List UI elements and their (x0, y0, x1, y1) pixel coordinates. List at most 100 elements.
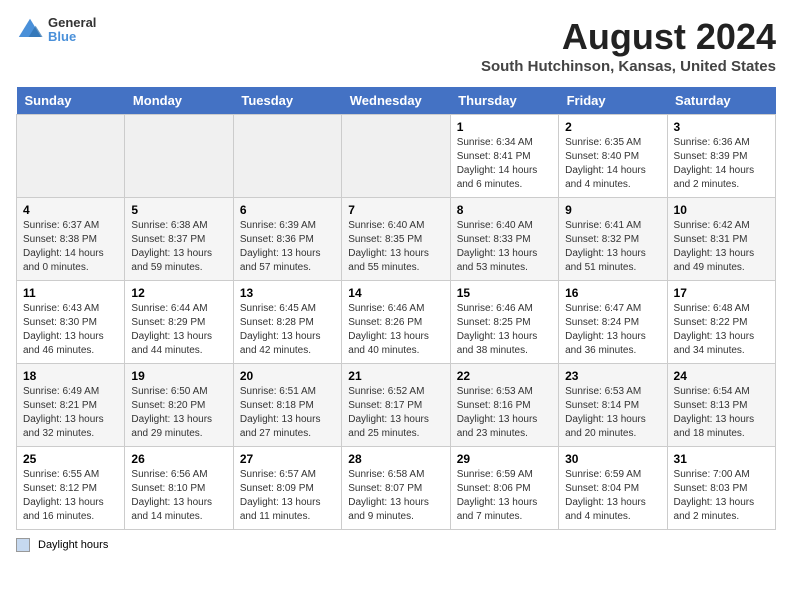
logo-icon (16, 16, 44, 44)
calendar-cell: 31Sunrise: 7:00 AM Sunset: 8:03 PM Dayli… (667, 447, 775, 530)
day-number: 18 (23, 369, 118, 383)
day-info: Sunrise: 6:56 AM Sunset: 8:10 PM Dayligh… (131, 468, 226, 524)
day-info: Sunrise: 6:53 AM Sunset: 8:14 PM Dayligh… (565, 385, 660, 441)
day-number: 14 (348, 286, 443, 300)
day-number: 27 (240, 452, 335, 466)
day-header: Saturday (667, 87, 775, 115)
calendar-cell: 19 Sunrise: 6:50 AM Sunset: 8:20 PM Dayli… (125, 364, 233, 447)
day-number: 31 (674, 452, 769, 466)
day-number: 2 (565, 120, 660, 134)
calendar-cell: 10Sunrise: 6:42 AM Sunset: 8:31 PM Dayli… (667, 198, 775, 281)
calendar-cell: 9Sunrise: 6:41 AM Sunset: 8:32 PM Daylig… (559, 198, 667, 281)
calendar-week: 1 Sunrise: 6:34 AM Sunset: 8:41 PM Daylig… (17, 115, 776, 198)
day-info: Sunrise: 6:46 AM Sunset: 8:26 PM Dayligh… (348, 302, 443, 358)
calendar-cell: 22 Sunrise: 6:53 AM Sunset: 8:16 PM Dayli… (450, 364, 558, 447)
calendar-week: 11 Sunrise: 6:43 AM Sunset: 8:30 PM Dayli… (17, 281, 776, 364)
day-info: Sunrise: 6:57 AM Sunset: 8:09 PM Dayligh… (240, 468, 335, 524)
calendar-cell (125, 115, 233, 198)
calendar-cell (233, 115, 341, 198)
day-info: Sunrise: 6:51 AM Sunset: 8:18 PM Dayligh… (240, 385, 335, 441)
day-header: Wednesday (342, 87, 450, 115)
day-info: Sunrise: 6:46 AM Sunset: 8:25 PM Dayligh… (457, 302, 552, 358)
calendar-cell: 12 Sunrise: 6:44 AM Sunset: 8:29 PM Dayli… (125, 281, 233, 364)
calendar-cell: 3Sunrise: 6:36 AM Sunset: 8:39 PM Daylig… (667, 115, 775, 198)
logo-text: General Blue (48, 16, 96, 45)
day-info: Sunrise: 6:38 AM Sunset: 8:37 PM Dayligh… (131, 219, 226, 275)
calendar-cell (17, 115, 125, 198)
calendar-body: 1 Sunrise: 6:34 AM Sunset: 8:41 PM Daylig… (17, 115, 776, 530)
calendar-cell: 20 Sunrise: 6:51 AM Sunset: 8:18 PM Dayli… (233, 364, 341, 447)
day-info: Sunrise: 6:39 AM Sunset: 8:36 PM Dayligh… (240, 219, 335, 275)
calendar-week: 25 Sunrise: 6:55 AM Sunset: 8:12 PM Dayli… (17, 447, 776, 530)
calendar-cell: 1 Sunrise: 6:34 AM Sunset: 8:41 PM Daylig… (450, 115, 558, 198)
calendar-cell: 15Sunrise: 6:46 AM Sunset: 8:25 PM Dayli… (450, 281, 558, 364)
calendar-cell: 14 Sunrise: 6:46 AM Sunset: 8:26 PM Dayli… (342, 281, 450, 364)
day-info: Sunrise: 6:55 AM Sunset: 8:12 PM Dayligh… (23, 468, 118, 524)
day-number: 5 (131, 203, 226, 217)
header-row: SundayMondayTuesdayWednesdayThursdayFrid… (17, 87, 776, 115)
day-number: 26 (131, 452, 226, 466)
day-number: 28 (348, 452, 443, 466)
day-number: 23 (565, 369, 660, 383)
day-number: 12 (131, 286, 226, 300)
day-number: 21 (348, 369, 443, 383)
day-info: Sunrise: 6:34 AM Sunset: 8:41 PM Dayligh… (457, 136, 552, 192)
day-info: Sunrise: 6:49 AM Sunset: 8:21 PM Dayligh… (23, 385, 118, 441)
calendar-week: 18 Sunrise: 6:49 AM Sunset: 8:21 PM Dayli… (17, 364, 776, 447)
calendar-table: SundayMondayTuesdayWednesdayThursdayFrid… (16, 87, 776, 530)
day-info: Sunrise: 6:48 AM Sunset: 8:22 PM Dayligh… (674, 302, 769, 358)
calendar-cell: 29 Sunrise: 6:59 AM Sunset: 8:06 PM Dayli… (450, 447, 558, 530)
calendar-cell: 2 Sunrise: 6:35 AM Sunset: 8:40 PM Daylig… (559, 115, 667, 198)
page-header: General Blue August 2024 South Hutchinso… (16, 16, 776, 75)
day-info: Sunrise: 6:58 AM Sunset: 8:07 PM Dayligh… (348, 468, 443, 524)
calendar-cell: 25 Sunrise: 6:55 AM Sunset: 8:12 PM Dayli… (17, 447, 125, 530)
calendar-cell: 24Sunrise: 6:54 AM Sunset: 8:13 PM Dayli… (667, 364, 775, 447)
day-info: Sunrise: 6:47 AM Sunset: 8:24 PM Dayligh… (565, 302, 660, 358)
day-info: Sunrise: 6:43 AM Sunset: 8:30 PM Dayligh… (23, 302, 118, 358)
day-info: Sunrise: 6:59 AM Sunset: 8:06 PM Dayligh… (457, 468, 552, 524)
calendar-cell: 5 Sunrise: 6:38 AM Sunset: 8:37 PM Daylig… (125, 198, 233, 281)
day-info: Sunrise: 6:42 AM Sunset: 8:31 PM Dayligh… (674, 219, 769, 275)
day-info: Sunrise: 6:59 AM Sunset: 8:04 PM Dayligh… (565, 468, 660, 524)
calendar-cell: 27 Sunrise: 6:57 AM Sunset: 8:09 PM Dayli… (233, 447, 341, 530)
day-number: 11 (23, 286, 118, 300)
calendar-cell (342, 115, 450, 198)
calendar-cell: 16Sunrise: 6:47 AM Sunset: 8:24 PM Dayli… (559, 281, 667, 364)
calendar-week: 4 Sunrise: 6:37 AM Sunset: 8:38 PM Daylig… (17, 198, 776, 281)
calendar-cell: 17 Sunrise: 6:48 AM Sunset: 8:22 PM Dayli… (667, 281, 775, 364)
day-number: 17 (674, 286, 769, 300)
calendar-cell: 7Sunrise: 6:40 AM Sunset: 8:35 PM Daylig… (342, 198, 450, 281)
calendar-cell: 23 Sunrise: 6:53 AM Sunset: 8:14 PM Dayli… (559, 364, 667, 447)
day-header: Thursday (450, 87, 558, 115)
day-number: 4 (23, 203, 118, 217)
location: South Hutchinson, Kansas, United States (481, 58, 776, 75)
day-header: Monday (125, 87, 233, 115)
day-info: Sunrise: 6:52 AM Sunset: 8:17 PM Dayligh… (348, 385, 443, 441)
day-info: Sunrise: 6:35 AM Sunset: 8:40 PM Dayligh… (565, 136, 660, 192)
logo-line1: General (48, 16, 96, 30)
day-number: 1 (457, 120, 552, 134)
day-number: 22 (457, 369, 552, 383)
day-info: Sunrise: 6:50 AM Sunset: 8:20 PM Dayligh… (131, 385, 226, 441)
day-number: 19 (131, 369, 226, 383)
day-number: 20 (240, 369, 335, 383)
day-header: Tuesday (233, 87, 341, 115)
day-header: Sunday (17, 87, 125, 115)
day-info: Sunrise: 6:44 AM Sunset: 8:29 PM Dayligh… (131, 302, 226, 358)
day-number: 29 (457, 452, 552, 466)
day-info: Sunrise: 6:53 AM Sunset: 8:16 PM Dayligh… (457, 385, 552, 441)
day-number: 3 (674, 120, 769, 134)
day-number: 30 (565, 452, 660, 466)
day-number: 8 (457, 203, 552, 217)
calendar-cell: 13Sunrise: 6:45 AM Sunset: 8:28 PM Dayli… (233, 281, 341, 364)
legend-label: Daylight hours (38, 539, 108, 551)
day-info: Sunrise: 6:54 AM Sunset: 8:13 PM Dayligh… (674, 385, 769, 441)
logo-line2: Blue (48, 30, 96, 44)
day-info: Sunrise: 6:37 AM Sunset: 8:38 PM Dayligh… (23, 219, 118, 275)
logo: General Blue (16, 16, 96, 45)
day-number: 9 (565, 203, 660, 217)
day-number: 25 (23, 452, 118, 466)
day-number: 6 (240, 203, 335, 217)
day-info: Sunrise: 6:40 AM Sunset: 8:35 PM Dayligh… (348, 219, 443, 275)
day-header: Friday (559, 87, 667, 115)
